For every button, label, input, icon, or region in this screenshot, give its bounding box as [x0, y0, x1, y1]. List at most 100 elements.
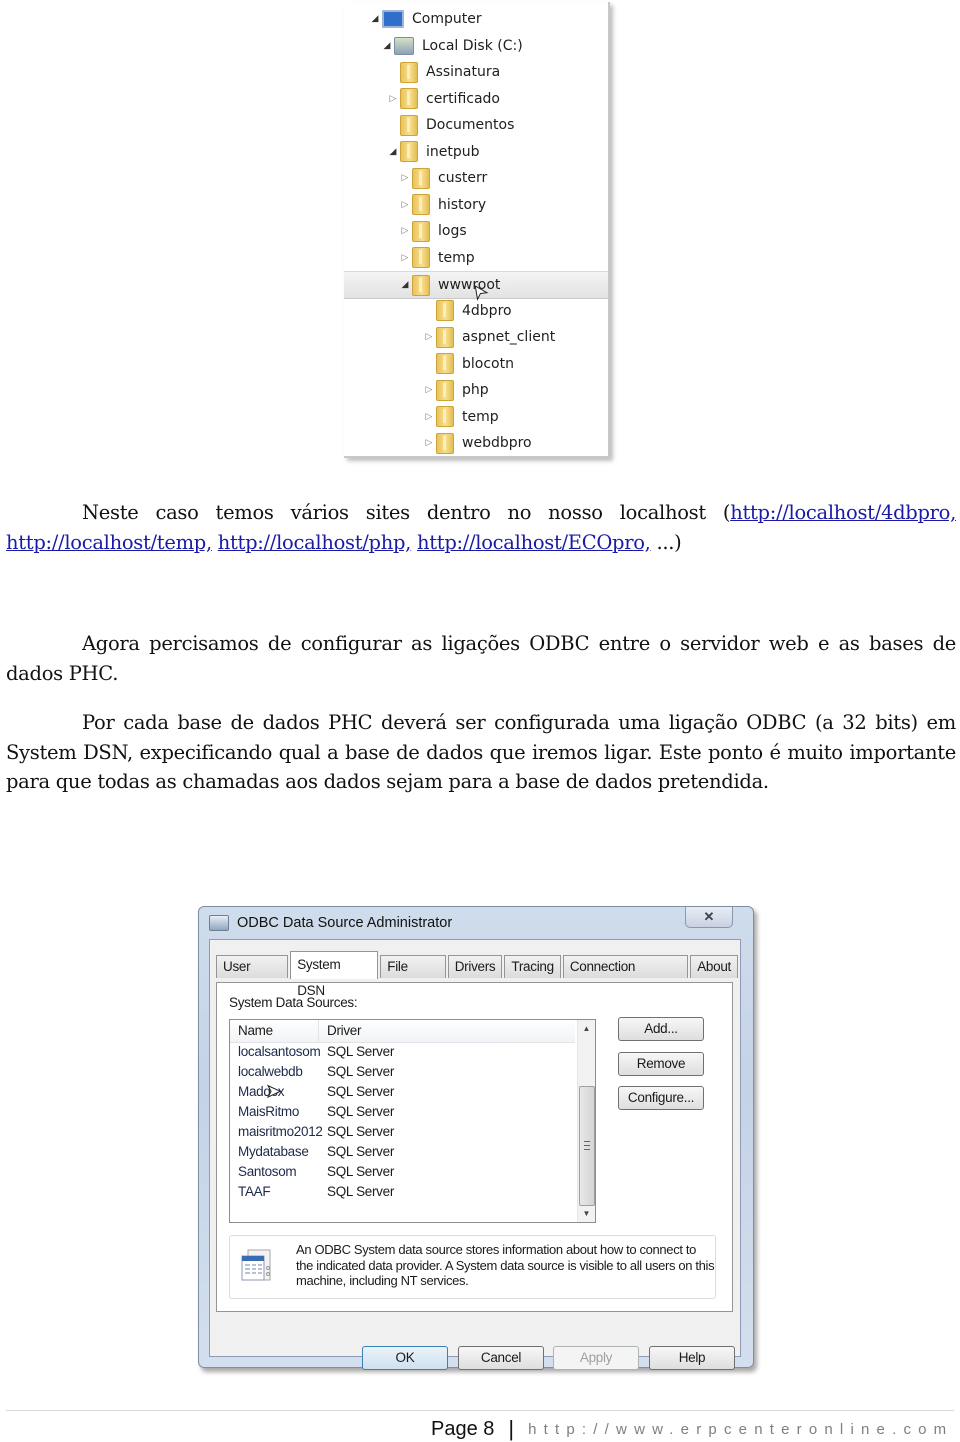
configure-button[interactable]: Configure...: [618, 1086, 704, 1110]
data-source-icon: [241, 1249, 271, 1281]
folder-icon: [412, 274, 430, 296]
list-header: Name Driver: [230, 1020, 575, 1043]
data-sources-list[interactable]: Name Driver localsantosom SQL Server local…: [229, 1019, 596, 1223]
apply-button: Apply: [553, 1346, 639, 1370]
page-number: Page 8: [431, 1417, 495, 1440]
tree-item[interactable]: ▷ temp: [344, 245, 608, 271]
list-item[interactable]: Maddox SQL Server: [230, 1084, 575, 1104]
dsn-name: Santosom: [238, 1164, 297, 1179]
collapsed-arrow-icon[interactable]: ▷: [424, 438, 434, 448]
tree-item[interactable]: ▷ php: [344, 377, 608, 403]
collapsed-arrow-icon[interactable]: ▷: [400, 200, 410, 210]
info-box: An ODBC System data source stores inform…: [229, 1235, 716, 1299]
scroll-up-arrow-icon[interactable]: ▲: [578, 1020, 595, 1037]
folder-icon: [400, 114, 418, 136]
collapsed-arrow-icon[interactable]: ▷: [388, 94, 398, 104]
tab-user-dsn[interactable]: User DSN: [216, 955, 289, 996]
tree-item[interactable]: Documentos: [344, 112, 608, 138]
link-ecopro[interactable]: http://localhost/ECOpro,: [417, 531, 651, 554]
folder-icon: [436, 432, 454, 454]
odbc-app-icon: [209, 915, 229, 931]
list-rows: localsantosom SQL Server localwebdb SQL Ser…: [230, 1044, 575, 1204]
tree-item[interactable]: ▷ certificado: [344, 86, 608, 112]
collapsed-arrow-icon[interactable]: ▷: [400, 253, 410, 263]
tab-connection-pooling[interactable]: Connection Pooling: [562, 955, 689, 996]
list-item[interactable]: Santosom SQL Server: [230, 1164, 575, 1184]
link-php[interactable]: http://localhost/php,: [218, 531, 412, 554]
link-temp[interactable]: http://localhost/temp,: [6, 531, 212, 554]
close-button[interactable]: ✕: [685, 907, 733, 928]
info-text: An ODBC System data source stores inform…: [296, 1242, 715, 1288]
footer-url: http://www.erpcenteronline.com: [528, 1420, 954, 1438]
tree-item[interactable]: ◢ Local Disk (C:): [344, 33, 608, 59]
dialog-titlebar: ODBC Data Source Administrator: [209, 913, 452, 933]
tree-item[interactable]: ◢ Computer: [344, 6, 608, 32]
tree-item[interactable]: ▷ logs: [344, 218, 608, 244]
cancel-button[interactable]: Cancel: [458, 1346, 544, 1370]
list-scrollbar[interactable]: ▲ ▼: [577, 1020, 595, 1222]
dsn-name: TAAF: [238, 1184, 271, 1199]
list-item[interactable]: localsantosom SQL Server: [230, 1044, 575, 1064]
tree-item[interactable]: ▷ history: [344, 192, 608, 218]
list-item[interactable]: maisritmo2012 SQL Server: [230, 1124, 575, 1144]
collapsed-arrow-icon[interactable]: ▷: [400, 226, 410, 236]
remove-button[interactable]: Remove: [618, 1052, 704, 1076]
tree-item[interactable]: blocotn: [344, 351, 608, 377]
footer-separator: |: [508, 1416, 515, 1441]
paragraph-odbc-intro: Agora percisamos de configurar as ligaçõ…: [6, 629, 956, 688]
folder-icon: [436, 406, 454, 427]
folder-icon: [436, 300, 454, 321]
collapsed-arrow-icon[interactable]: ▷: [424, 332, 434, 342]
list-item[interactable]: Mydatabase SQL Server: [230, 1144, 575, 1164]
system-dsn-panel: System Data Sources: Name Driver localsa…: [216, 982, 733, 1312]
folder-icon: [400, 141, 418, 162]
list-item[interactable]: localwebdb SQL Server: [230, 1064, 575, 1084]
tree-item[interactable]: ▷ aspnet_client: [344, 324, 608, 350]
grip-icon: [584, 1141, 590, 1150]
expanded-arrow-icon[interactable]: ◢: [400, 280, 410, 290]
tab-bar: User DSNSystem DSNFile DSNDriversTracing…: [216, 950, 740, 998]
tree-item-label: blocotn: [462, 355, 514, 372]
expanded-arrow-icon[interactable]: ◢: [388, 147, 398, 157]
tree-item[interactable]: ◢ inetpub: [344, 139, 608, 165]
column-header-driver[interactable]: Driver: [319, 1020, 362, 1042]
tree-item[interactable]: Assinatura: [344, 59, 608, 85]
tree-item-label: Assinatura: [426, 64, 501, 80]
scroll-thumb[interactable]: [579, 1086, 595, 1206]
paragraph-system-dsn: Por cada base de dados PHC deverá ser co…: [6, 708, 956, 797]
local-disk-icon: [394, 36, 414, 55]
folder-icon: [412, 247, 430, 268]
ok-button[interactable]: OK: [362, 1346, 448, 1370]
link-4dbpro[interactable]: http://localhost/4dbpro,: [730, 501, 956, 524]
tab-about[interactable]: About: [690, 955, 738, 978]
tab-system-dsn[interactable]: System DSN: [290, 951, 379, 998]
tab-file-dsn[interactable]: File DSN: [380, 955, 446, 996]
dsn-driver: SQL Server: [327, 1184, 395, 1199]
expanded-arrow-icon[interactable]: ◢: [370, 14, 380, 24]
dsn-driver: SQL Server: [327, 1164, 395, 1179]
tree-item-label: temp: [462, 408, 499, 425]
column-header-name[interactable]: Name: [230, 1020, 319, 1042]
tree-item-label: certificado: [426, 90, 500, 107]
collapsed-arrow-icon[interactable]: ▷: [400, 173, 410, 183]
tree-item-label: history: [438, 196, 487, 213]
close-icon: ✕: [703, 909, 715, 924]
folder-icon: [436, 353, 454, 374]
expanded-arrow-icon[interactable]: ◢: [382, 41, 392, 51]
tab-tracing[interactable]: Tracing: [504, 955, 561, 978]
tab-drivers[interactable]: Drivers: [447, 955, 503, 978]
list-item[interactable]: TAAF SQL Server: [230, 1184, 575, 1204]
page-footer: Page 8 | http://www.erpcenteronline.com: [431, 1416, 953, 1442]
add-button[interactable]: Add...: [618, 1017, 704, 1041]
collapsed-arrow-icon[interactable]: ▷: [424, 412, 434, 422]
collapsed-arrow-icon[interactable]: ▷: [424, 385, 434, 395]
list-item[interactable]: MaisRitmo SQL Server: [230, 1104, 575, 1124]
tree-item[interactable]: ▷ custerr: [344, 165, 608, 191]
tree-item[interactable]: ▷ webdbpro: [344, 430, 608, 456]
scroll-down-arrow-icon[interactable]: ▼: [578, 1205, 595, 1222]
help-button[interactable]: Help: [649, 1346, 735, 1370]
tree-item[interactable]: ▷ temp: [344, 404, 608, 430]
dsn-name: maisritmo2012: [238, 1124, 323, 1139]
tree-item-label: webdbpro: [462, 435, 532, 451]
dsn-name: localsantosom: [238, 1044, 321, 1059]
